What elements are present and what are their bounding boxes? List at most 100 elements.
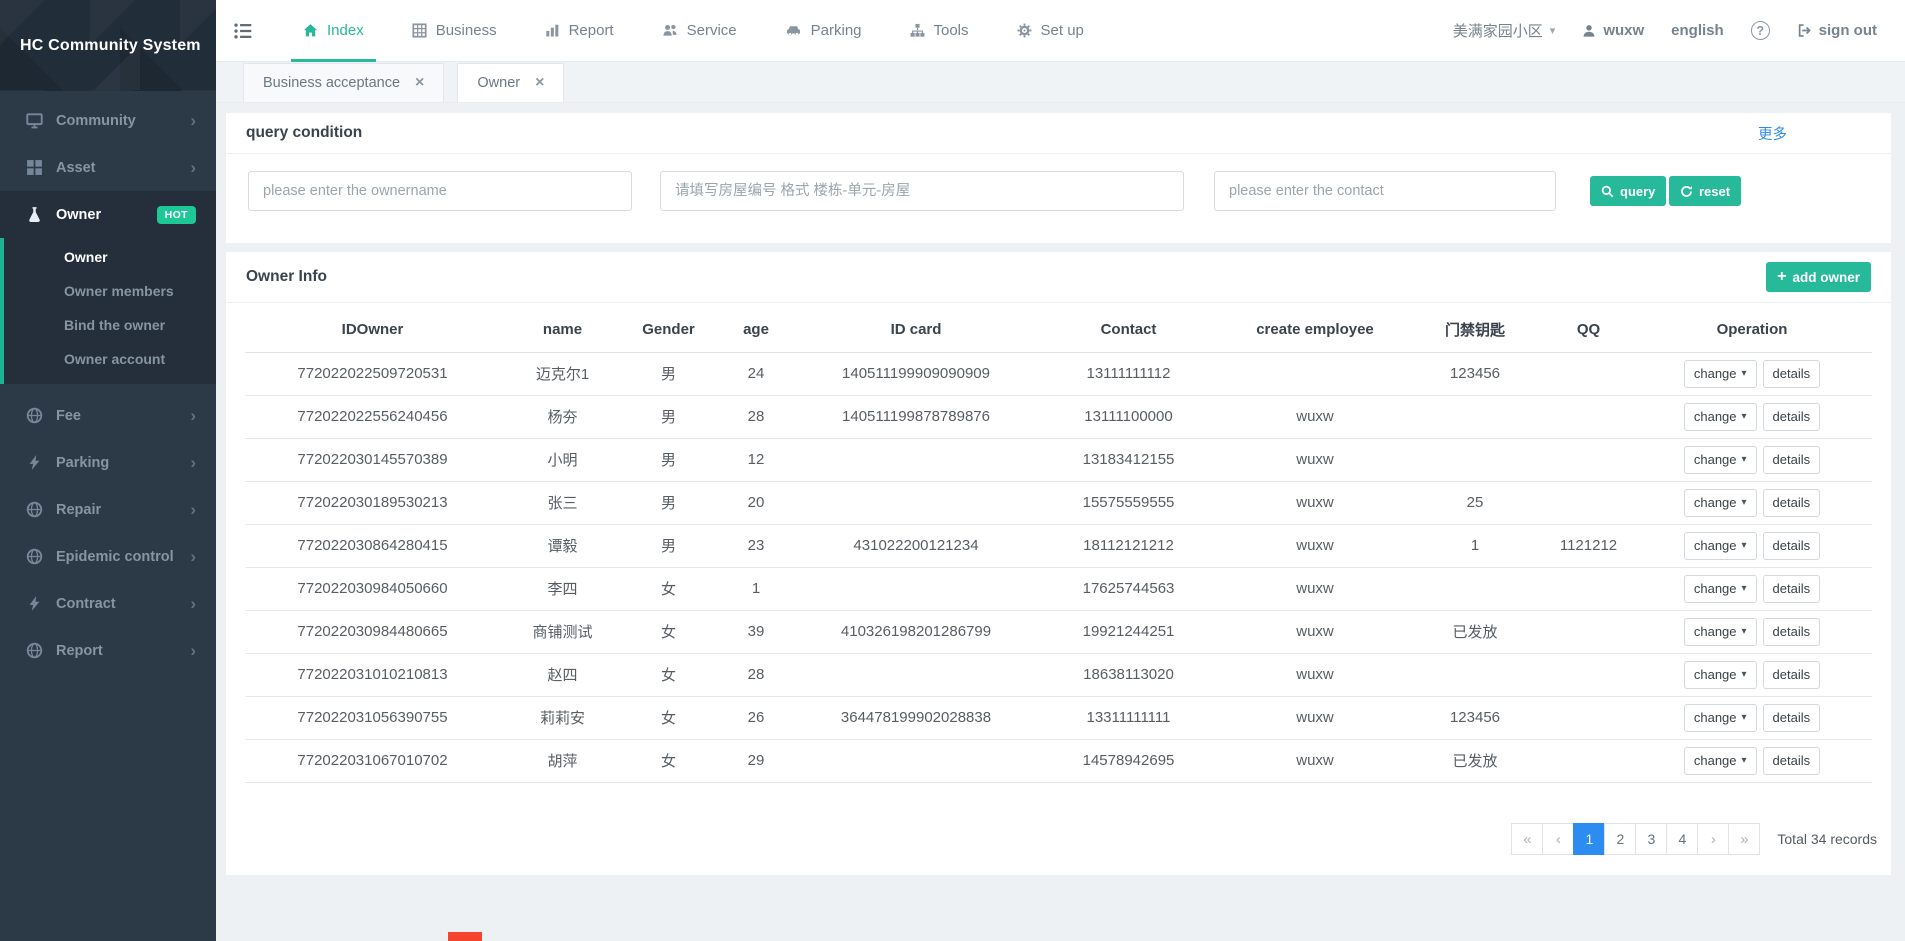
change-button[interactable]: change▾: [1684, 360, 1757, 388]
sign-out-button[interactable]: sign out: [1797, 22, 1877, 39]
close-icon[interactable]: ×: [415, 75, 424, 91]
cell-age: 28: [712, 395, 800, 438]
page-number-2[interactable]: 2: [1604, 823, 1636, 855]
nav-item-set-up[interactable]: Set up: [1005, 0, 1096, 62]
close-icon[interactable]: ×: [535, 75, 544, 91]
tab-business-acceptance[interactable]: Business acceptance ×: [243, 63, 444, 102]
sidebar-subitem-bind-the-owner[interactable]: Bind the owner: [4, 308, 216, 342]
sidebar-subitem-owner-account[interactable]: Owner account: [4, 342, 216, 376]
contact-input[interactable]: [1214, 171, 1556, 211]
tab-owner[interactable]: Owner ×: [457, 63, 564, 102]
query-button[interactable]: query: [1590, 176, 1666, 206]
cell-age: 28: [712, 653, 800, 696]
community-name: 美满家园小区: [1453, 20, 1543, 41]
details-button[interactable]: details: [1763, 489, 1821, 517]
table-icon: [412, 23, 427, 38]
page-next-button[interactable]: ›: [1697, 823, 1729, 855]
cell-gender: 女: [625, 610, 712, 653]
change-button[interactable]: change▾: [1684, 489, 1757, 517]
reset-button[interactable]: reset: [1669, 176, 1741, 206]
change-button[interactable]: change▾: [1684, 575, 1757, 603]
details-button[interactable]: details: [1763, 704, 1821, 732]
caret-down-icon: ▾: [1742, 626, 1747, 637]
open-tabs-bar: Business acceptance × Owner ×: [216, 62, 1905, 103]
change-button[interactable]: change▾: [1684, 532, 1757, 560]
change-button[interactable]: change▾: [1684, 661, 1757, 689]
page-number-1[interactable]: 1: [1573, 823, 1605, 855]
details-button[interactable]: details: [1763, 661, 1821, 689]
page-last-button[interactable]: »: [1728, 823, 1760, 855]
cell-qq: [1545, 438, 1632, 481]
nav-item-index[interactable]: Index: [291, 0, 376, 62]
owner-submenu: Owner Owner members Bind the owner Owner…: [0, 238, 216, 384]
cell-name: 胡萍: [500, 739, 625, 782]
sidebar-item-repair[interactable]: Repair ›: [0, 486, 216, 533]
details-button[interactable]: details: [1763, 360, 1821, 388]
cell-gender: 女: [625, 696, 712, 739]
sidebar-item-epidemic-control[interactable]: Epidemic control ›: [0, 533, 216, 580]
sidebar-item-report[interactable]: Report ›: [0, 627, 216, 674]
nav-item-business[interactable]: Business: [400, 0, 509, 62]
change-button[interactable]: change▾: [1684, 704, 1757, 732]
change-button[interactable]: change▾: [1684, 403, 1757, 431]
tab-label: Business acceptance: [263, 75, 400, 91]
details-button[interactable]: details: [1763, 618, 1821, 646]
cell-gender: 女: [625, 567, 712, 610]
cell-create-employee: wuxw: [1225, 610, 1405, 653]
sidebar-subitem-owner-members[interactable]: Owner members: [4, 274, 216, 308]
page-first-button[interactable]: «: [1511, 823, 1543, 855]
details-button[interactable]: details: [1763, 446, 1821, 474]
details-button[interactable]: details: [1763, 747, 1821, 775]
monitor-icon: [26, 112, 43, 129]
cell-age: 1: [712, 567, 800, 610]
nav-item-tools[interactable]: Tools: [898, 0, 981, 62]
sidebar-item-asset[interactable]: Asset ›: [0, 144, 216, 191]
cell-gender: 女: [625, 653, 712, 696]
nav-item-report[interactable]: Report: [533, 0, 626, 62]
nav-menu: Index Business Report Service Parking To…: [291, 0, 1120, 62]
cell-access-key: [1405, 567, 1545, 610]
page-number-3[interactable]: 3: [1635, 823, 1667, 855]
room-number-input[interactable]: [660, 171, 1184, 211]
col-idowner: IDOwner: [245, 308, 500, 352]
cell-qq: [1545, 395, 1632, 438]
chevron-right-icon: ›: [190, 642, 196, 659]
table-row: 772022030984480665 商铺测试 女 39 41032619820…: [245, 610, 1872, 653]
details-button[interactable]: details: [1763, 575, 1821, 603]
sidebar-item-contract[interactable]: Contract ›: [0, 580, 216, 627]
add-owner-button[interactable]: + add owner: [1766, 262, 1871, 292]
page-number-4[interactable]: 4: [1666, 823, 1698, 855]
details-button[interactable]: details: [1763, 403, 1821, 431]
sign-out-icon: [1797, 23, 1812, 38]
more-link[interactable]: 更多: [1758, 123, 1787, 144]
cell-create-employee: wuxw: [1225, 696, 1405, 739]
change-button[interactable]: change▾: [1684, 446, 1757, 474]
sidebar-item-community[interactable]: Community ›: [0, 97, 216, 144]
sidebar-item-label: Report: [56, 643, 103, 659]
change-button[interactable]: change▾: [1684, 747, 1757, 775]
language-switch[interactable]: english: [1671, 22, 1724, 39]
cell-contact: 14578942695: [1032, 739, 1225, 782]
user-menu[interactable]: wuxw: [1582, 22, 1644, 39]
nav-item-parking[interactable]: Parking: [773, 0, 874, 62]
sidebar-item-label: Asset: [56, 160, 96, 176]
user-icon: [1582, 24, 1596, 38]
nav-item-service[interactable]: Service: [650, 0, 749, 62]
sidebar-toggle-button[interactable]: [233, 22, 253, 40]
table-row: 772022031067010702 胡萍 女 29 14578942695 w…: [245, 739, 1872, 782]
sidebar-item-parking[interactable]: Parking ›: [0, 439, 216, 486]
page-prev-button[interactable]: ‹: [1542, 823, 1574, 855]
ownername-input[interactable]: [248, 171, 632, 211]
help-icon[interactable]: ?: [1751, 21, 1770, 40]
community-dropdown[interactable]: 美满家园小区 ▾: [1453, 20, 1556, 41]
total-records-label: Total 34 records: [1777, 831, 1877, 847]
nav-item-label: Parking: [811, 22, 862, 39]
col-gender: Gender: [625, 308, 712, 352]
cell-contact: 18112121212: [1032, 524, 1225, 567]
change-button[interactable]: change▾: [1684, 618, 1757, 646]
cell-idcard: 410326198201286799: [800, 610, 1032, 653]
sidebar-subitem-owner[interactable]: Owner: [4, 240, 216, 274]
details-button[interactable]: details: [1763, 532, 1821, 560]
sidebar-item-owner[interactable]: Owner HOT: [0, 191, 216, 238]
sidebar-item-fee[interactable]: Fee ›: [0, 392, 216, 439]
